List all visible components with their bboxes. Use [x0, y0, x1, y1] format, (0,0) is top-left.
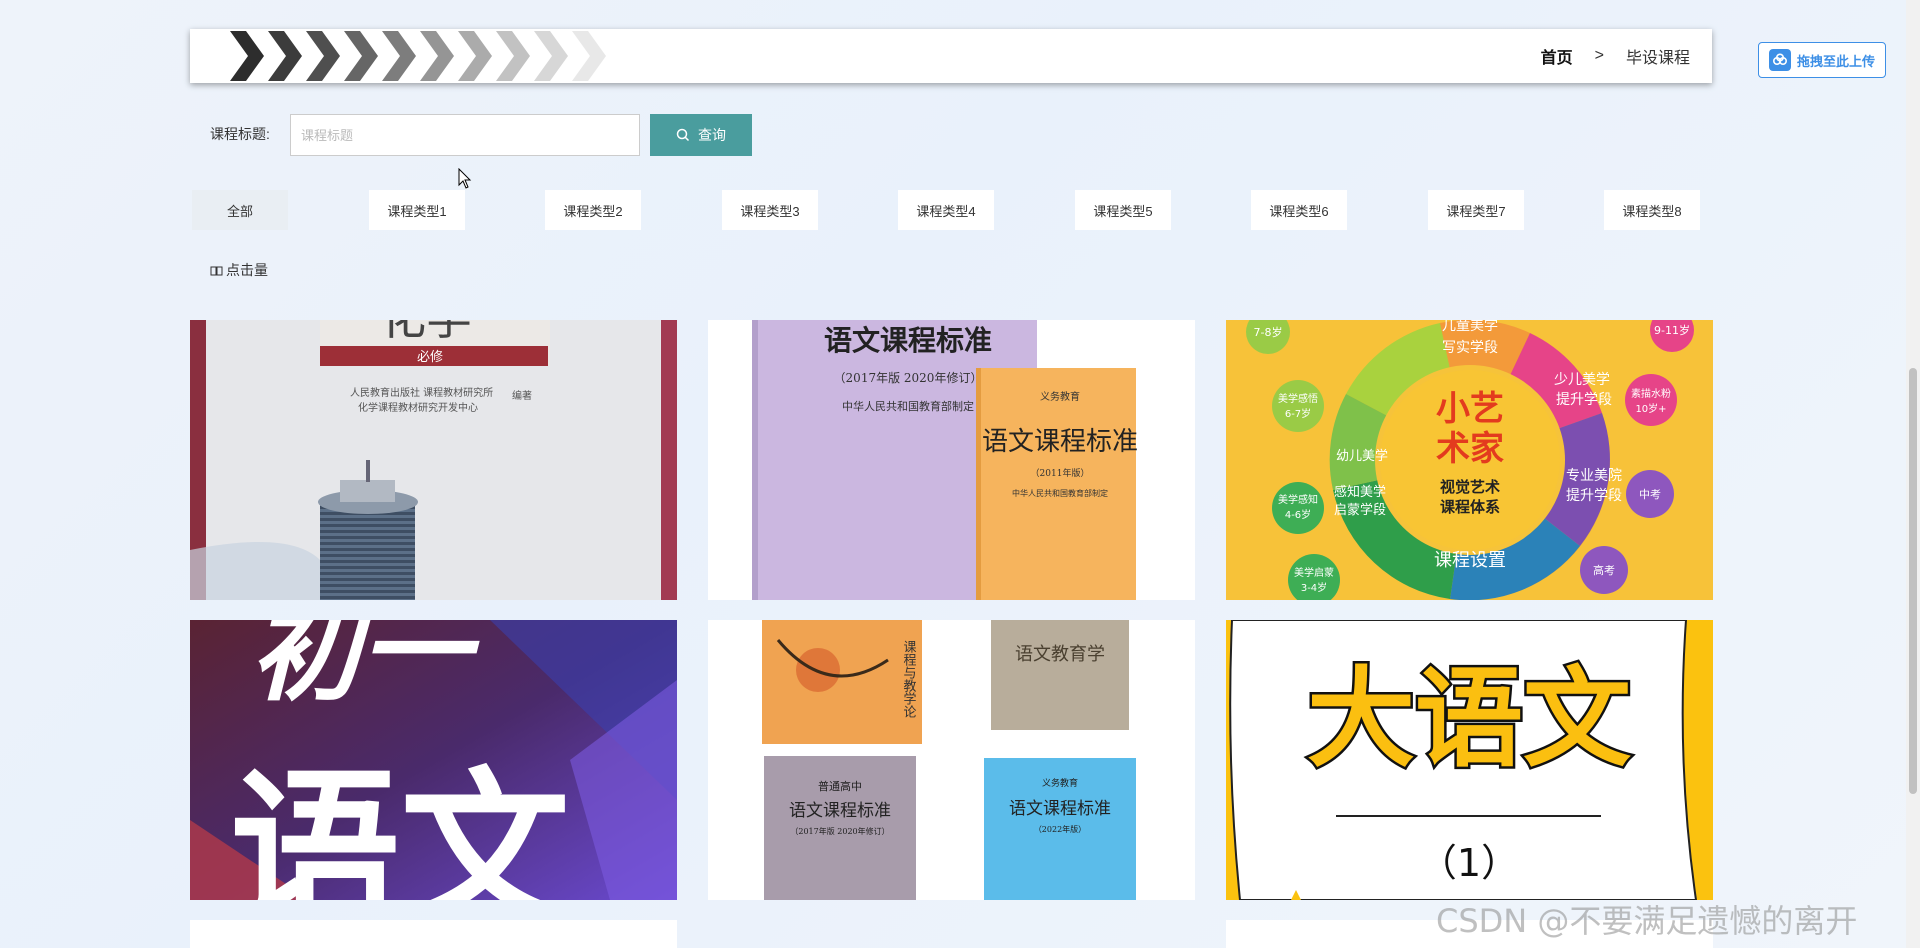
course-cover-image: 课程与教学论 语文教育学 普通高中 语文课程标准 （2017年版 2020年修订…	[708, 620, 1195, 900]
card-text: 提升学段	[1566, 488, 1622, 504]
search-button[interactable]: 查询	[650, 114, 752, 156]
course-card[interactable]: 初一 语文	[190, 620, 677, 900]
course-cover-image: 语文课程标准 （2017年版 2020年修订） 中华人民共和国教育部制定 义务教…	[708, 320, 1195, 600]
card-text: 7-8岁	[1254, 325, 1283, 339]
card-text: 美学感悟	[1278, 392, 1318, 405]
card-text: 语文课程标准	[824, 324, 992, 357]
card-text: 编著	[512, 389, 532, 402]
category-type-3[interactable]: 课程类型3	[722, 190, 818, 230]
card-text: 初一	[250, 620, 480, 716]
course-cover-image: 化学 必修 人民教育出版社 课程教材研究所 化学课程教材研究开发中心 编著	[190, 320, 677, 600]
card-text: 视觉艺术	[1440, 478, 1500, 496]
search-input[interactable]	[290, 114, 640, 156]
category-type-1[interactable]: 课程类型1	[369, 190, 465, 230]
card-text: 课程体系	[1440, 498, 1500, 516]
breadcrumb-current: 毕设课程	[1625, 50, 1690, 67]
card-text: 大语文	[1307, 657, 1631, 782]
card-text: 人民教育出版社 课程教材研究所	[350, 386, 493, 399]
card-text: （2017年版 2020年修订）	[834, 370, 983, 385]
category-type-2[interactable]: 课程类型2	[545, 190, 641, 230]
course-cover-image: 初一 语文	[190, 620, 677, 900]
card-text: 3-4岁	[1301, 581, 1327, 594]
category-all[interactable]: 全部	[192, 190, 288, 230]
search-icon	[676, 128, 690, 142]
header-banner: 首页 > 毕设课程	[190, 29, 1712, 83]
card-text: 专业美院	[1566, 468, 1622, 484]
breadcrumb-home[interactable]: 首页	[1541, 44, 1573, 68]
card-text: 中考	[1639, 488, 1661, 501]
cloud-icon	[1768, 49, 1791, 71]
chevron-decoration	[230, 31, 606, 81]
card-text: 语文课程标准	[1009, 799, 1111, 819]
card-text: （2011年版）	[1031, 467, 1090, 479]
card-text: 课程与教学论	[901, 640, 917, 718]
scrollbar[interactable]	[1906, 0, 1920, 948]
card-text: （2022年版）	[1034, 824, 1086, 834]
card-text: 感知美学	[1334, 484, 1386, 500]
card-text: 高考	[1593, 563, 1615, 577]
card-text: （1）	[1419, 841, 1519, 885]
card-text: 素描水粉	[1631, 387, 1671, 400]
cursor-icon	[458, 168, 472, 189]
card-text: 义务教育	[1040, 390, 1080, 403]
card-text: 语文课程标准	[789, 801, 891, 821]
course-cover-image: 大语文 （1）	[1226, 620, 1713, 900]
search-label: 课程标题:	[210, 126, 270, 142]
card-text: 美学启蒙	[1294, 566, 1334, 579]
upload-button[interactable]: 拖拽至此上传	[1758, 42, 1886, 78]
scrollbar-thumb[interactable]	[1909, 368, 1917, 794]
breadcrumb: 首页 > 毕设课程	[1541, 29, 1690, 83]
watermark: CSDN @不要满足遗憾的离开	[1436, 902, 1858, 940]
category-type-6[interactable]: 课程类型6	[1251, 190, 1347, 230]
course-card[interactable]: 化学 必修 人民教育出版社 课程教材研究所 化学课程教材研究开发中心 编著	[190, 320, 677, 600]
course-card[interactable]: 课程与教学论 语文教育学 普通高中 语文课程标准 （2017年版 2020年修订…	[708, 620, 1195, 900]
card-text: 小艺	[1436, 389, 1504, 429]
breadcrumb-separator: >	[1594, 47, 1604, 64]
book-icon	[210, 266, 223, 275]
card-text: 语文	[230, 753, 570, 900]
card-text: 术家	[1436, 429, 1504, 469]
card-text: 10岁+	[1635, 402, 1666, 415]
course-card[interactable]	[190, 920, 677, 948]
card-text: 9-11岁	[1654, 323, 1690, 337]
category-type-4[interactable]: 课程类型4	[898, 190, 994, 230]
card-text: 必修	[417, 350, 443, 365]
card-text: 义务教育	[1042, 777, 1078, 789]
card-text: 少儿美学	[1554, 372, 1610, 388]
card-text: 化学课程教材研究开发中心	[358, 401, 478, 414]
card-text: （2017年版 2020年修订）	[790, 826, 889, 836]
course-card[interactable]: 小艺 术家 视觉艺术 课程体系 课程设置 儿童美学 写实学段 少儿美学 提升学段…	[1226, 320, 1713, 600]
course-cover-image: 小艺 术家 视觉艺术 课程体系 课程设置 儿童美学 写实学段 少儿美学 提升学段…	[1226, 320, 1713, 600]
sort-label: 点击量	[226, 262, 268, 278]
card-text: 化学	[380, 320, 472, 345]
card-text: 6-7岁	[1285, 407, 1311, 420]
card-text: 中华人民共和国教育部制定	[842, 399, 974, 413]
course-card[interactable]: 语文课程标准 （2017年版 2020年修订） 中华人民共和国教育部制定 义务教…	[708, 320, 1195, 600]
category-type-8[interactable]: 课程类型8	[1604, 190, 1700, 230]
card-text: 美学感知	[1278, 493, 1318, 506]
card-text: 普通高中	[818, 779, 862, 793]
upload-label: 拖拽至此上传	[1796, 53, 1875, 69]
sort-by-clicks[interactable]: 点击量	[210, 260, 268, 280]
card-text: 儿童美学	[1442, 320, 1498, 334]
category-type-7[interactable]: 课程类型7	[1428, 190, 1524, 230]
card-text: 启蒙学段	[1334, 502, 1386, 518]
card-text: 提升学段	[1556, 392, 1612, 408]
category-type-5[interactable]: 课程类型5	[1075, 190, 1171, 230]
course-card[interactable]: 大语文 （1）	[1226, 620, 1713, 900]
card-text: 幼儿美学	[1336, 448, 1388, 464]
card-text: 课程设置	[1434, 550, 1506, 571]
search-button-label: 查询	[698, 127, 726, 143]
card-text: 写实学段	[1442, 340, 1498, 356]
card-text: 4-6岁	[1285, 508, 1311, 521]
card-text: 语文课程标准	[982, 427, 1138, 457]
card-text: 语文教育学	[1015, 644, 1105, 665]
card-text: 中华人民共和国教育部制定	[1012, 488, 1108, 498]
